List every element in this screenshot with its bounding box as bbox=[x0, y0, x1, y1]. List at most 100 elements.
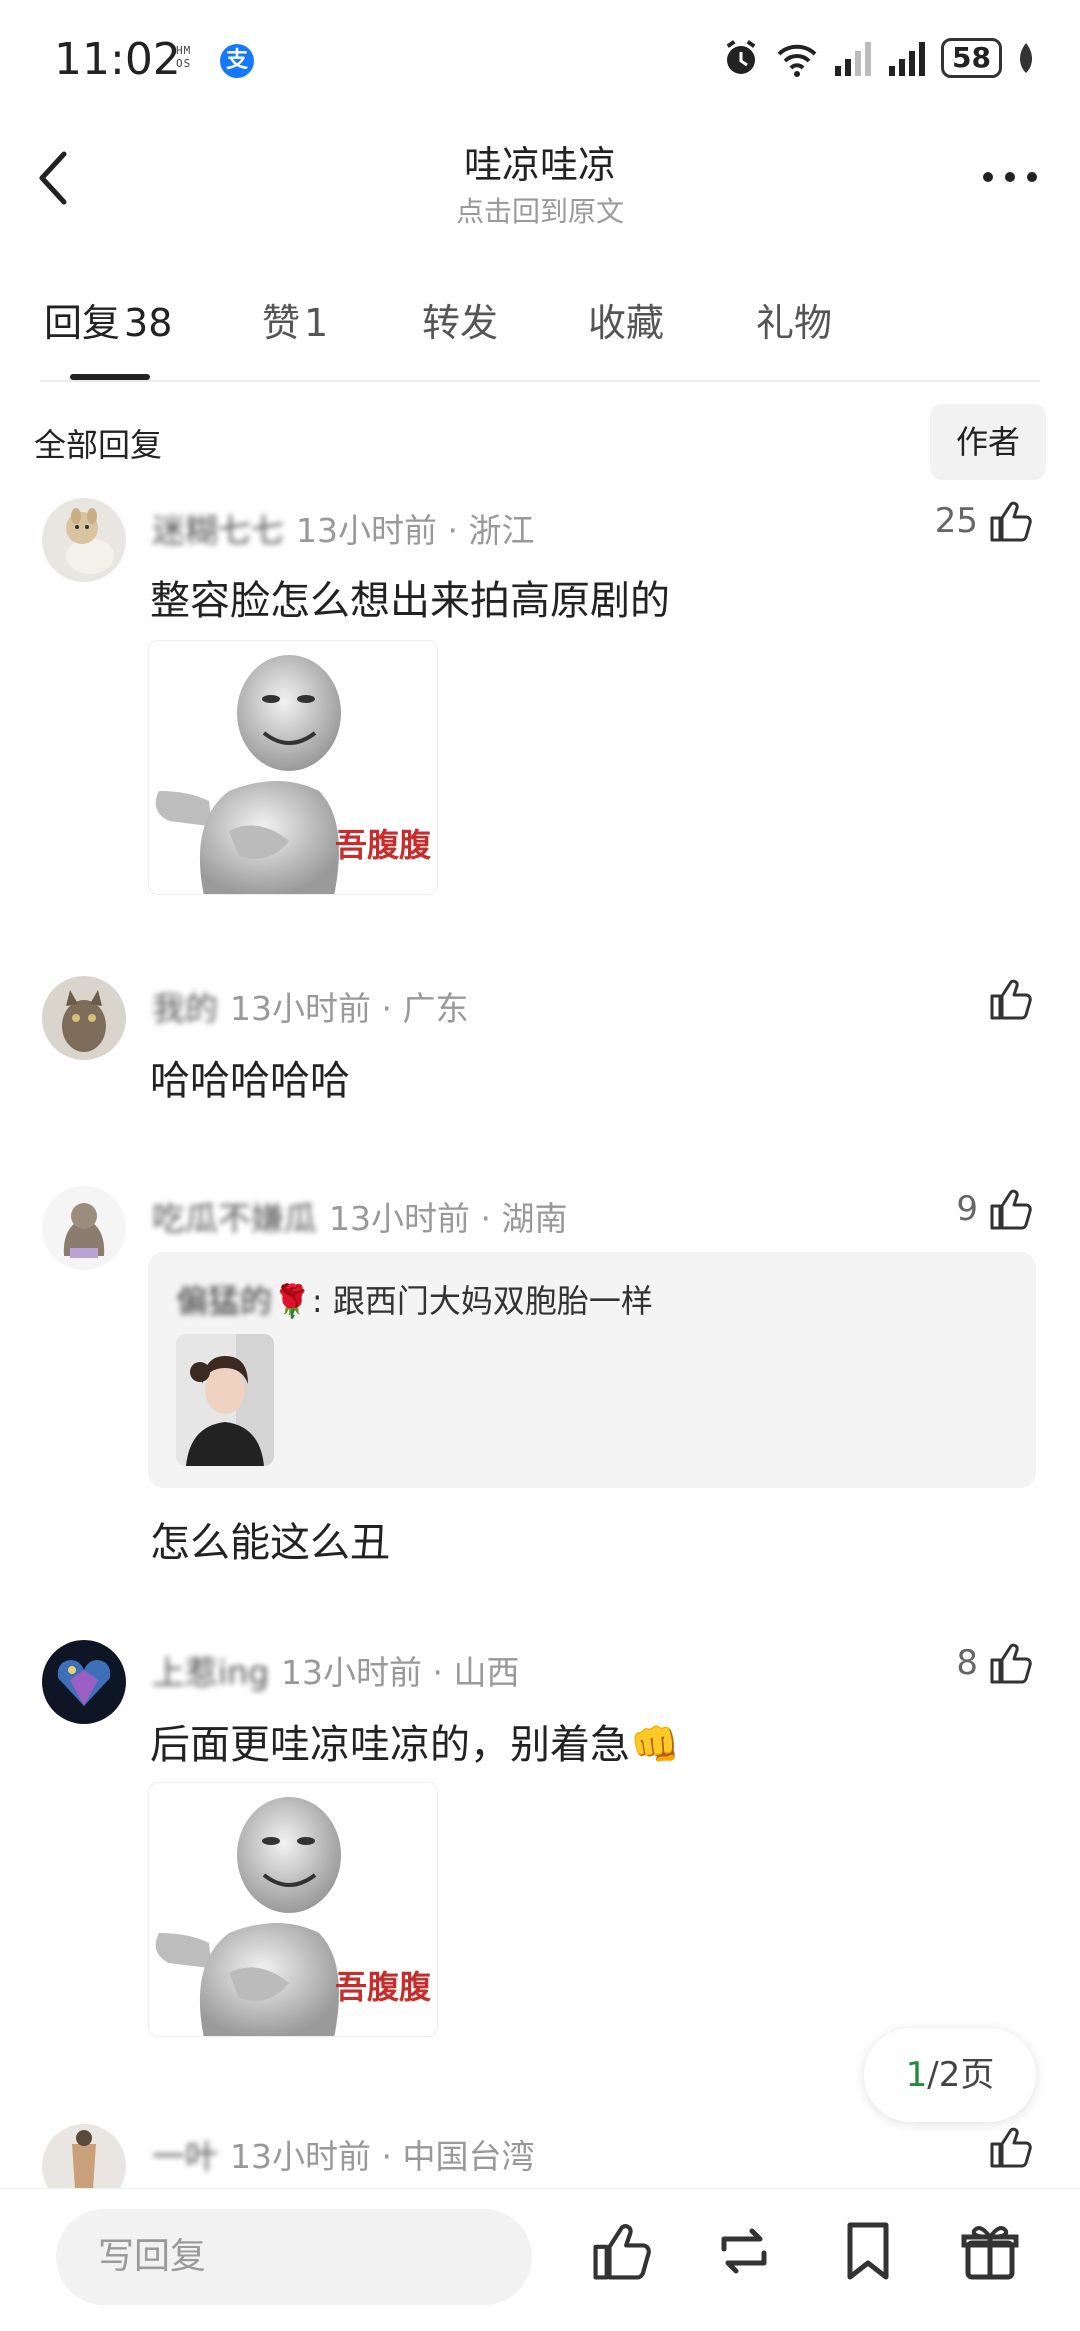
tab-active-indicator bbox=[70, 374, 150, 380]
top-header: 哇凉哇凉 点击回到原文 bbox=[0, 120, 1080, 240]
page-title: 哇凉哇凉 bbox=[463, 143, 616, 187]
battery-icon: 58 bbox=[941, 38, 1002, 78]
like-button[interactable] bbox=[988, 976, 1034, 1022]
comment-location: 浙江 bbox=[468, 511, 535, 550]
avatar[interactable] bbox=[42, 498, 126, 582]
meme-caption: 吾腹腹 bbox=[334, 826, 431, 864]
comment-time: 13小时前 bbox=[296, 511, 437, 550]
quoted-username: 偏猛的 bbox=[176, 1282, 273, 1320]
signal-icon bbox=[889, 42, 926, 76]
signal-icon bbox=[835, 42, 872, 76]
comment-text: 怎么能这么丑 bbox=[150, 1520, 390, 1566]
bottom-action-bar: 写回复 bbox=[0, 2188, 1080, 2331]
comment-meta: 我的 13小时前 · 广东 bbox=[152, 982, 468, 1030]
thumbs-up-icon bbox=[990, 979, 1032, 1020]
thumbs-up-icon bbox=[990, 2127, 1032, 2168]
comment-location: 湖南 bbox=[501, 1199, 568, 1238]
alipay-icon: 支 bbox=[220, 44, 254, 78]
like-button[interactable]: 25 bbox=[935, 498, 1034, 544]
tab-favorites[interactable]: 收藏 bbox=[588, 292, 664, 347]
tab-count: 1 bbox=[304, 301, 329, 345]
meta-dot: · bbox=[371, 989, 403, 1028]
tab-label: 礼物 bbox=[756, 301, 833, 345]
quoted-reply-text: 偏猛的🌹: 跟西门大妈双胞胎一样 bbox=[176, 1276, 653, 1322]
like-button[interactable]: 9 bbox=[956, 1186, 1034, 1232]
username[interactable]: 我的 bbox=[152, 989, 218, 1028]
comment-location: 山西 bbox=[453, 1653, 520, 1692]
status-time: 11:02 bbox=[54, 34, 181, 85]
page-total: /2页 bbox=[927, 2055, 995, 2095]
reply-input[interactable]: 写回复 bbox=[56, 2209, 532, 2305]
tab-label: 收藏 bbox=[588, 301, 665, 345]
bookmark-icon[interactable] bbox=[836, 2219, 900, 2283]
comment-text: 整容脸怎么想出来拍高原剧的 bbox=[150, 578, 670, 624]
comment-item: 我的 13小时前 · 广东 哈哈哈哈哈 bbox=[0, 976, 1080, 1104]
all-replies-label[interactable]: 全部回复 bbox=[34, 420, 162, 466]
avatar[interactable] bbox=[42, 1640, 126, 1724]
comment-item: 吃瓜不嫌瓜 13小时前 · 湖南 9 偏猛的🌹: 跟西门大妈双胞胎一样 怎么能这么… bbox=[0, 1186, 1080, 1566]
rose-emoji: 🌹 bbox=[272, 1282, 312, 1320]
avatar[interactable] bbox=[42, 1186, 126, 1270]
like-count: 8 bbox=[956, 1643, 978, 1683]
meta-dot: · bbox=[470, 1199, 502, 1238]
quoted-text: : 跟西门大妈双胞胎一样 bbox=[311, 1282, 653, 1320]
comment-time: 13小时前 bbox=[329, 1199, 470, 1238]
comment-time: 13小时前 bbox=[230, 2137, 371, 2176]
avatar[interactable] bbox=[42, 976, 126, 1060]
hmos-icon: HM OS bbox=[176, 44, 192, 70]
comment-text: 后面更哇凉哇凉的，别着急👊 bbox=[150, 1712, 680, 1770]
quoted-reply[interactable]: 偏猛的🌹: 跟西门大妈双胞胎一样 bbox=[148, 1252, 1036, 1488]
username[interactable]: 吃瓜不嫌瓜 bbox=[152, 1199, 317, 1238]
tab-replies[interactable]: 回复 38 bbox=[44, 292, 172, 347]
back-to-post-link[interactable]: 点击回到原文 bbox=[0, 190, 1080, 230]
tab-reposts[interactable]: 转发 bbox=[422, 292, 498, 347]
tab-likes[interactable]: 赞1 bbox=[262, 292, 328, 347]
leaf-icon bbox=[1020, 43, 1032, 73]
status-right-icons: 58 bbox=[721, 38, 1036, 78]
comment-text: 哈哈哈哈哈 bbox=[150, 1058, 350, 1104]
meme-image[interactable]: 吾腹腹 bbox=[148, 640, 438, 895]
thumbs-up-icon bbox=[990, 1643, 1032, 1684]
repost-icon[interactable] bbox=[712, 2219, 776, 2283]
username[interactable]: 上惹ing bbox=[152, 1653, 269, 1692]
like-button[interactable] bbox=[988, 2124, 1034, 2170]
comment-item: 迷糊七七 13小时前 · 浙江 25 整容脸怎么想出来拍高原剧的 吾腹腹 bbox=[0, 498, 1080, 908]
alarm-icon bbox=[726, 40, 756, 74]
tab-label: 回复 bbox=[44, 301, 121, 345]
comment-location: 广东 bbox=[402, 989, 469, 1028]
quoted-image[interactable] bbox=[176, 1334, 274, 1466]
author-filter-button[interactable]: 作者 bbox=[930, 404, 1046, 480]
username[interactable]: 一叶 bbox=[152, 2137, 218, 2176]
like-button[interactable]: 8 bbox=[956, 1640, 1034, 1686]
tab-count: 38 bbox=[124, 301, 173, 345]
tab-label: 赞 bbox=[262, 301, 301, 345]
comment-location: 中国台湾 bbox=[402, 2137, 535, 2176]
status-bar: 11:02 HM OS 支 58 bbox=[0, 0, 1080, 120]
comment-meta: 迷糊七七 13小时前 · 浙江 bbox=[152, 504, 534, 552]
meme-caption: 吾腹腹 bbox=[334, 1968, 431, 2006]
username[interactable]: 迷糊七七 bbox=[152, 511, 284, 550]
fist-emoji: 👊 bbox=[630, 1722, 680, 1768]
tab-gifts[interactable]: 礼物 bbox=[756, 292, 832, 347]
comment-item: 一叶 13小时前 · 中国台湾 bbox=[0, 2104, 1080, 2188]
comment-meta: 一叶 13小时前 · 中国台湾 bbox=[152, 2130, 534, 2178]
reply-filter-row: 全部回复 作者 bbox=[0, 400, 1080, 480]
comment-time: 13小时前 bbox=[230, 989, 371, 1028]
meta-dot: · bbox=[371, 2137, 403, 2176]
thumbs-up-icon bbox=[990, 1189, 1032, 1230]
comment-text-body: 后面更哇凉哇凉的，别着急 bbox=[150, 1722, 630, 1768]
comment-meta: 上惹ing 13小时前 · 山西 bbox=[152, 1646, 520, 1694]
comment-item: 上惹ing 13小时前 · 山西 8 后面更哇凉哇凉的，别着急👊 吾腹腹 bbox=[0, 1640, 1080, 2040]
thumbs-up-icon bbox=[990, 501, 1032, 542]
tab-label: 转发 bbox=[422, 301, 499, 345]
avatar[interactable] bbox=[42, 2124, 126, 2188]
meta-dot: · bbox=[422, 1653, 454, 1692]
more-options-icon[interactable] bbox=[980, 162, 1040, 192]
meme-image[interactable]: 吾腹腹 bbox=[148, 1782, 438, 2037]
meta-dot: · bbox=[437, 511, 469, 550]
comment-meta: 吃瓜不嫌瓜 13小时前 · 湖南 bbox=[152, 1192, 567, 1240]
like-count: 9 bbox=[956, 1189, 978, 1229]
like-icon[interactable] bbox=[590, 2219, 654, 2283]
like-count: 25 bbox=[934, 501, 978, 541]
gift-icon[interactable] bbox=[958, 2219, 1022, 2283]
